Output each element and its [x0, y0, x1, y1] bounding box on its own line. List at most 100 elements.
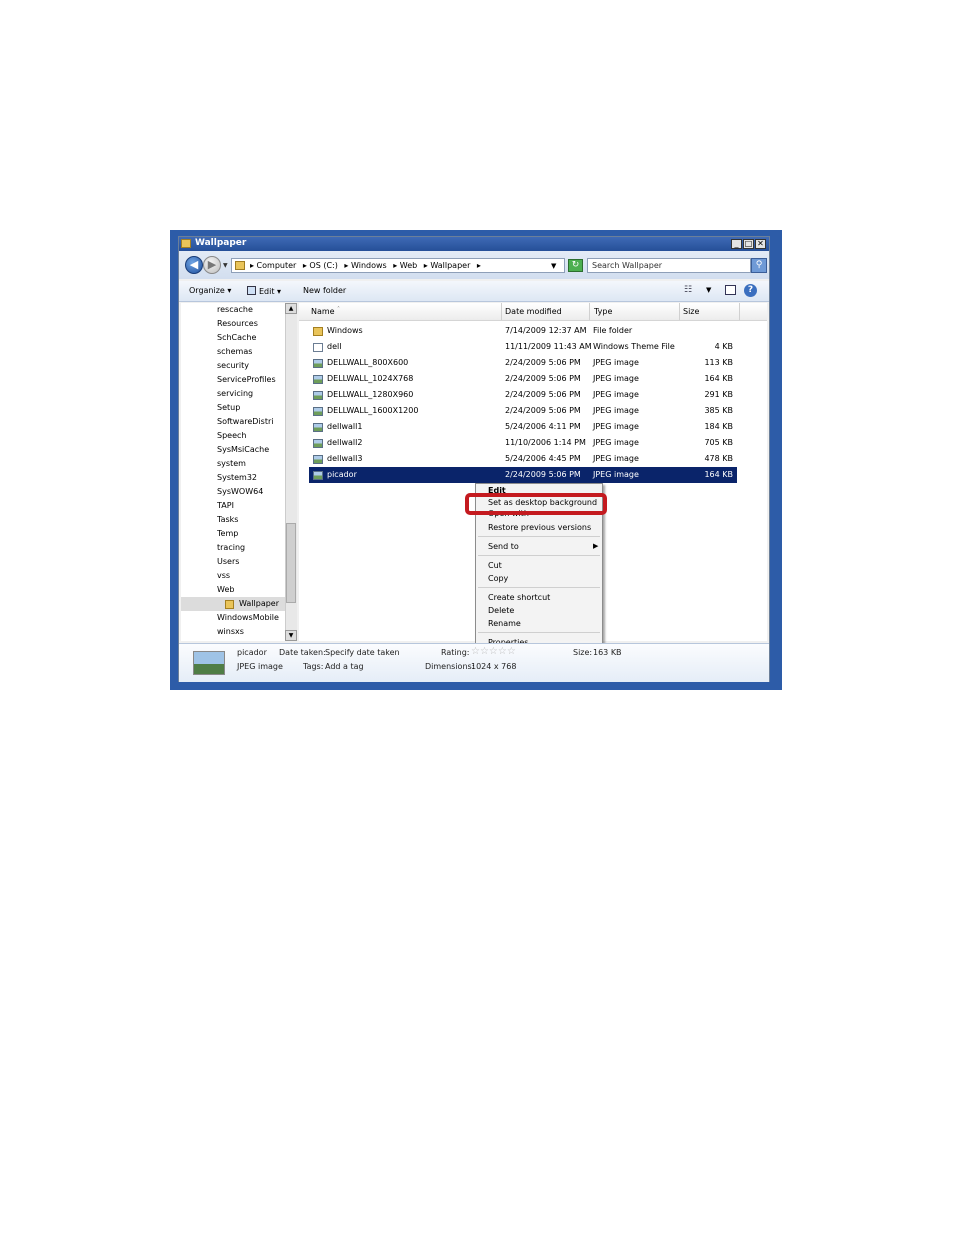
breadcrumb-item[interactable]: ▸ OS (C:) — [303, 261, 338, 270]
tree-item-label: Users — [217, 557, 240, 566]
file-row[interactable]: DELLWALL_1280X960 2/24/2009 5:06 PM JPEG i… — [309, 387, 737, 403]
tree-item-label: TAPI — [217, 501, 234, 510]
refresh-icon[interactable]: ↻ — [568, 259, 583, 272]
column-divider[interactable] — [679, 303, 680, 320]
maximize-button[interactable]: □ — [743, 239, 754, 249]
scrollbar-thumb[interactable] — [286, 523, 296, 603]
date-taken-value[interactable]: Specify date taken — [325, 648, 400, 657]
file-row[interactable]: Windows 7/14/2009 12:37 AM File folder — [309, 323, 737, 339]
tree-item[interactable]: ServiceProfiles — [217, 373, 287, 387]
search-icon[interactable]: ⚲ — [751, 258, 767, 273]
menu-item-send-to[interactable]: Send to — [488, 542, 519, 551]
menu-item-copy[interactable]: Copy — [488, 574, 508, 583]
column-date-modified[interactable]: Date modified — [505, 307, 562, 316]
menu-item-delete[interactable]: Delete — [488, 606, 514, 615]
details-pane: picador JPEG image Date taken: Specify d… — [179, 643, 769, 682]
file-row[interactable]: DELLWALL_800X600 2/24/2009 5:06 PM JPEG im… — [309, 355, 737, 371]
breadcrumb-item[interactable]: ▸ — [477, 261, 481, 270]
edit-button[interactable]: Edit ▾ — [247, 286, 281, 296]
tree-item-label: SoftwareDistri — [217, 417, 274, 426]
file-date: 5/24/2006 4:11 PM — [505, 422, 581, 431]
tree-item[interactable]: SoftwareDistri — [217, 415, 287, 429]
help-icon[interactable]: ? — [744, 284, 757, 297]
address-bar[interactable]: ▸ Computer ▸ OS (C:) ▸ Windows ▸ Web ▸ W… — [231, 258, 565, 273]
tags-value[interactable]: Add a tag — [325, 662, 364, 671]
tree-item[interactable]: system — [217, 457, 287, 471]
tree-item[interactable]: Speech — [217, 429, 287, 443]
menu-item-create-shortcut[interactable]: Create shortcut — [488, 593, 550, 602]
file-type: JPEG image — [593, 422, 639, 431]
file-type: JPEG image — [593, 470, 639, 479]
tree-item[interactable]: tracing — [217, 541, 287, 555]
tree-item[interactable]: Users — [217, 555, 287, 569]
new-folder-button[interactable]: New folder — [303, 286, 346, 295]
scroll-up-icon[interactable]: ▲ — [285, 303, 297, 314]
tree-item-label: schemas — [217, 347, 253, 356]
rating-stars-icon[interactable]: ☆☆☆☆☆ — [471, 646, 516, 657]
close-button[interactable]: ✕ — [755, 239, 766, 249]
file-row[interactable]: dell 11/11/2009 11:43 AM Windows Theme Fil… — [309, 339, 737, 355]
file-row-selected[interactable]: picador 2/24/2009 5:06 PM JPEG image 164 KB — [309, 467, 737, 483]
date-taken-label: Date taken: — [279, 648, 326, 657]
breadcrumb-item[interactable]: ▸ Computer — [250, 261, 296, 270]
minimize-button[interactable]: _ — [731, 239, 742, 249]
menu-item-restore-previous-versions[interactable]: Restore previous versions — [488, 523, 591, 532]
menu-item-rename[interactable]: Rename — [488, 619, 521, 628]
tree-item-label: Temp — [217, 529, 239, 538]
file-row[interactable]: dellwall2 11/10/2006 1:14 PM JPEG image 705… — [309, 435, 737, 451]
tree-item[interactable]: SchCache — [217, 331, 287, 345]
file-size: 164 KB — [704, 470, 733, 479]
menu-item-cut[interactable]: Cut — [488, 561, 502, 570]
breadcrumb-item[interactable]: ▸ Wallpaper — [424, 261, 471, 270]
tree-item[interactable]: winsxs — [217, 625, 287, 639]
column-type[interactable]: Type — [594, 307, 612, 316]
tree-item[interactable]: servicing — [217, 387, 287, 401]
back-button[interactable]: ◀ — [185, 256, 203, 274]
tree-item[interactable]: rescache — [217, 303, 287, 317]
column-size[interactable]: Size — [683, 307, 699, 316]
tree-item[interactable]: Setup — [217, 401, 287, 415]
tree-item[interactable]: Temp — [217, 527, 287, 541]
tree-item[interactable]: Web — [217, 583, 287, 597]
file-type: File folder — [593, 326, 633, 335]
tree-item[interactable]: TAPI — [217, 499, 287, 513]
tree-item[interactable]: SysWOW64 — [217, 485, 287, 499]
views-icon[interactable]: ☷ — [684, 285, 692, 295]
tree-item[interactable]: Resources — [217, 317, 287, 331]
file-type: Windows Theme File — [593, 342, 675, 351]
column-divider[interactable] — [589, 303, 590, 320]
column-divider[interactable] — [501, 303, 502, 320]
file-size: 4 KB — [714, 342, 733, 351]
file-size: 478 KB — [704, 454, 733, 463]
tree-item[interactable]: System32 — [217, 471, 287, 485]
search-input[interactable]: Search Wallpaper — [587, 258, 751, 273]
column-divider[interactable] — [739, 303, 740, 320]
forward-button[interactable]: ▶ — [203, 256, 221, 274]
file-row[interactable]: dellwall1 5/24/2006 4:11 PM JPEG image 184 … — [309, 419, 737, 435]
tree-item[interactable]: security — [217, 359, 287, 373]
breadcrumb-item[interactable]: ▸ Web — [393, 261, 417, 270]
breadcrumb-item[interactable]: ▸ Windows — [344, 261, 386, 270]
tree-item[interactable]: SysMsiCache — [217, 443, 287, 457]
tree-item-label: Resources — [217, 319, 258, 328]
tree-item[interactable]: schemas — [217, 345, 287, 359]
file-row[interactable]: DELLWALL_1024X768 2/24/2009 5:06 PM JPEG i… — [309, 371, 737, 387]
organize-button[interactable]: Organize ▾ — [189, 286, 231, 295]
tree-item[interactable]: WindowsMobile — [217, 611, 287, 625]
column-name[interactable]: Name — [311, 307, 335, 316]
tree-item[interactable]: vss — [217, 569, 287, 583]
menu-separator — [478, 587, 600, 588]
sort-ascending-icon: ˄ — [337, 306, 340, 313]
tree-item-label: Web — [217, 585, 235, 594]
tree-item[interactable]: Tasks — [217, 513, 287, 527]
tree-item-selected[interactable]: Wallpaper — [181, 597, 285, 611]
file-row[interactable]: DELLWALL_1600X1200 2/24/2009 5:06 PM JPEG … — [309, 403, 737, 419]
preview-pane-icon[interactable] — [725, 285, 736, 295]
address-dropdown-chevron-icon[interactable]: ▼ — [551, 262, 556, 270]
scroll-down-icon[interactable]: ▼ — [285, 630, 297, 641]
file-size: 291 KB — [704, 390, 733, 399]
views-dropdown-chevron-icon[interactable]: ▼ — [706, 286, 711, 294]
file-row[interactable]: dellwall3 5/24/2006 4:45 PM JPEG image 478 … — [309, 451, 737, 467]
recent-pages-chevron-icon[interactable]: ▼ — [223, 262, 228, 269]
title-bar[interactable]: Wallpaper _ □ ✕ — [179, 237, 769, 251]
